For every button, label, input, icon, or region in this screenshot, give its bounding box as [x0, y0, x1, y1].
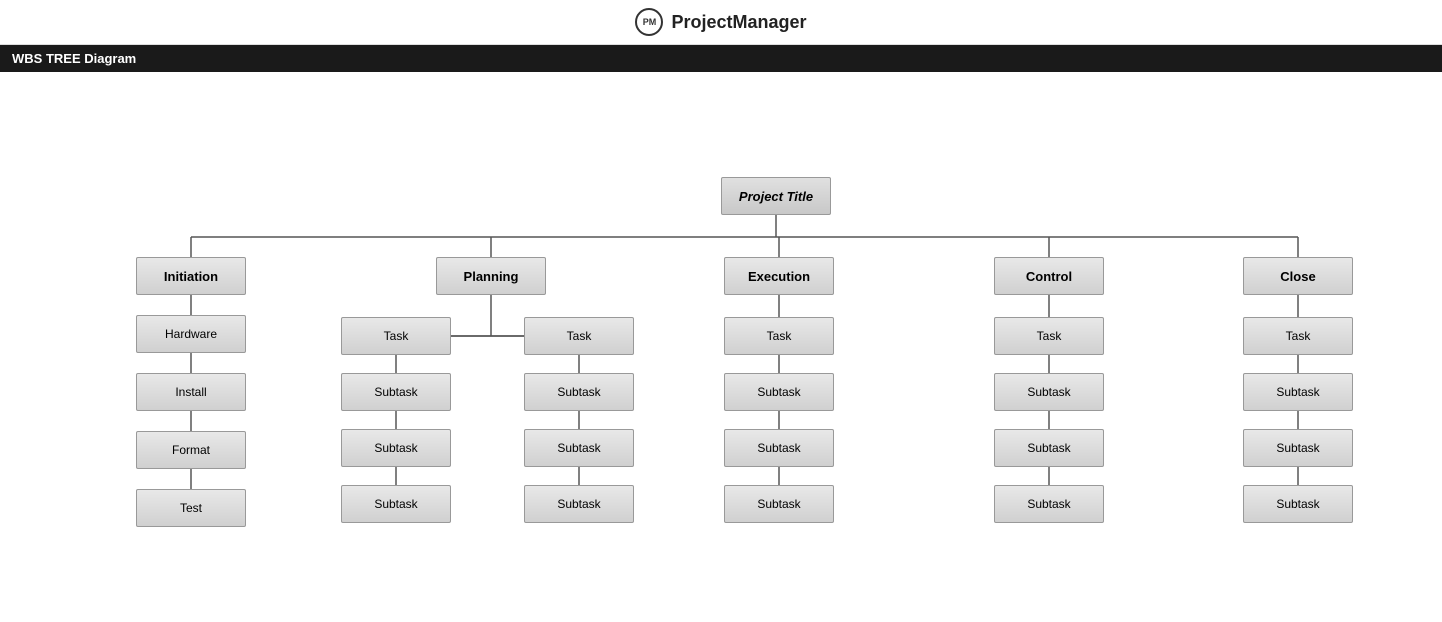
wbs-node: Test — [136, 489, 246, 527]
wbs-node: Hardware — [136, 315, 246, 353]
wbs-node: Subtask — [524, 485, 634, 523]
wbs-node: Subtask — [994, 373, 1104, 411]
wbs-node: Subtask — [724, 485, 834, 523]
wbs-node: Subtask — [341, 373, 451, 411]
wbs-node: Planning — [436, 257, 546, 295]
wbs-node: Subtask — [994, 429, 1104, 467]
wbs-node: Subtask — [1243, 485, 1353, 523]
wbs-node: Task — [994, 317, 1104, 355]
wbs-node: Task — [524, 317, 634, 355]
wbs-node: Subtask — [724, 429, 834, 467]
header-bar: WBS TREE Diagram — [0, 45, 1442, 72]
wbs-node: Project Title — [721, 177, 831, 215]
wbs-node: Subtask — [1243, 429, 1353, 467]
wbs-node: Subtask — [724, 373, 834, 411]
wbs-node: Initiation — [136, 257, 246, 295]
wbs-node: Subtask — [1243, 373, 1353, 411]
wbs-node: Subtask — [994, 485, 1104, 523]
app-title: ProjectManager — [671, 12, 806, 33]
wbs-node: Task — [724, 317, 834, 355]
logo-circle: PM — [635, 8, 663, 36]
wbs-node: Subtask — [341, 485, 451, 523]
wbs-node: Subtask — [524, 373, 634, 411]
wbs-node: Task — [1243, 317, 1353, 355]
wbs-node: Task — [341, 317, 451, 355]
diagram-area: Project Title Initiation Hardware Install Fo… — [0, 72, 1442, 622]
wbs-node: Format — [136, 431, 246, 469]
top-bar: PM ProjectManager — [0, 0, 1442, 45]
wbs-node: Subtask — [341, 429, 451, 467]
wbs-node: Subtask — [524, 429, 634, 467]
wbs-node: Execution — [724, 257, 834, 295]
wbs-node: Install — [136, 373, 246, 411]
wbs-node: Control — [994, 257, 1104, 295]
wbs-node: Close — [1243, 257, 1353, 295]
